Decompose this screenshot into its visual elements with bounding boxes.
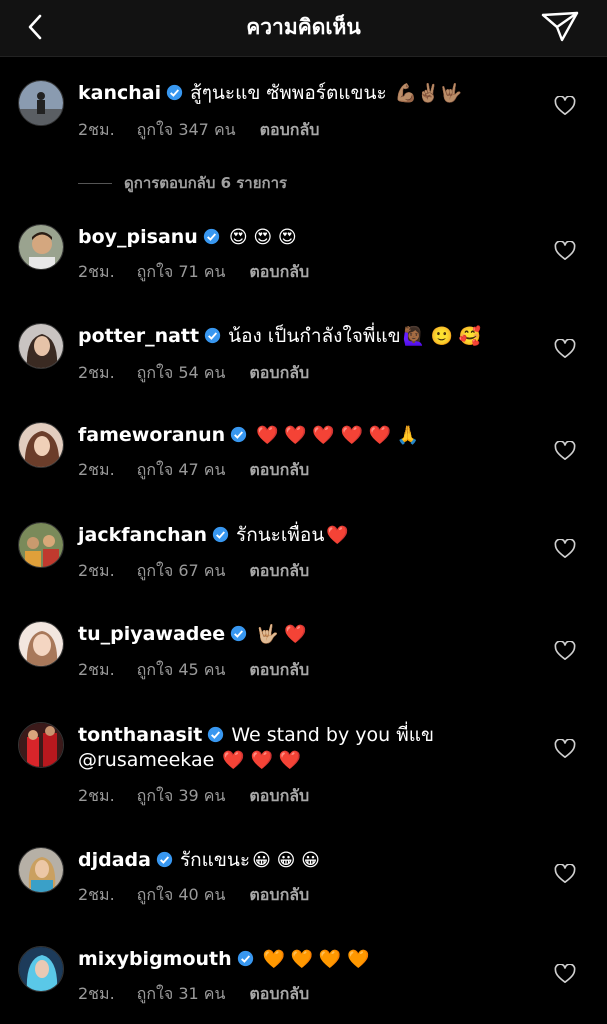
comment-emoji: 🤟🏼 ❤️: [256, 624, 307, 645]
avatar[interactable]: [18, 422, 64, 468]
reply-button[interactable]: ตอบกลับ: [260, 120, 320, 139]
divider: [78, 183, 112, 184]
comment-emoji: 💪🏽✌🏽🤟🏽: [394, 83, 463, 104]
username[interactable]: djdada: [78, 849, 151, 871]
comment-time: 2ชม.: [78, 120, 115, 139]
reply-button[interactable]: ตอบกลับ: [249, 363, 309, 382]
heart-icon[interactable]: [554, 864, 576, 884]
verified-badge-icon: [212, 526, 229, 543]
comment-time: 2ชม.: [78, 262, 115, 281]
like-count[interactable]: ถูกใจ 40 คน: [137, 885, 226, 904]
mention-link[interactable]: @rusameekae: [78, 749, 214, 771]
reply-button[interactable]: ตอบกลับ: [249, 561, 309, 580]
username[interactable]: potter_natt: [78, 325, 199, 347]
verified-badge-icon: [231, 426, 247, 443]
view-replies-label: ดูการตอบกลับ 6 รายการ: [124, 174, 288, 192]
comment-emoji: ❤️ ❤️ ❤️ ❤️ ❤️ 🙏: [256, 425, 420, 446]
verified-badge-icon: [231, 625, 247, 642]
username[interactable]: tu_piyawadee: [78, 623, 225, 645]
avatar[interactable]: [18, 522, 64, 568]
heart-icon[interactable]: [554, 441, 576, 461]
comment-time: 2ชม.: [78, 561, 115, 580]
comment-text: รักนะเพื่อน: [235, 524, 325, 546]
comment-text: น้อง เป็นกำลังใจพี่แข: [228, 325, 401, 347]
reply-button[interactable]: ตอบกลับ: [249, 984, 309, 1003]
direct-send-icon[interactable]: [540, 9, 580, 43]
username[interactable]: tonthanasit: [78, 724, 202, 746]
avatar[interactable]: [18, 946, 64, 992]
comment-emoji: 😀 😀 😀: [252, 850, 320, 871]
comment-emoji: ❤️: [326, 525, 349, 546]
like-count[interactable]: ถูกใจ 31 คน: [137, 984, 226, 1003]
username[interactable]: kanchai: [78, 82, 161, 104]
avatar[interactable]: [18, 224, 64, 270]
avatar[interactable]: [18, 621, 64, 667]
like-count[interactable]: ถูกใจ 47 คน: [137, 460, 226, 479]
comment-text: รักแขนะ: [179, 849, 251, 871]
comment-time: 2ชม.: [78, 786, 115, 805]
verified-badge-icon: [166, 84, 183, 101]
avatar[interactable]: [18, 80, 64, 126]
comment-time: 2ชม.: [78, 885, 115, 904]
like-count[interactable]: ถูกใจ 347 คน: [137, 120, 236, 139]
verified-badge-icon: [208, 726, 224, 743]
heart-icon[interactable]: [554, 339, 576, 359]
username[interactable]: mixybigmouth: [78, 948, 232, 970]
comment-time: 2ชม.: [78, 984, 115, 1003]
reply-button[interactable]: ตอบกลับ: [249, 262, 309, 281]
like-count[interactable]: ถูกใจ 39 คน: [137, 786, 226, 805]
comment-text: สู้ๆนะแข ซัพพอร์ตแขนะ: [190, 82, 387, 104]
comment-emoji: 🧡 🧡 🧡 🧡: [262, 949, 370, 970]
avatar[interactable]: [18, 722, 64, 768]
view-replies-link[interactable]: ดูการตอบกลับ 6 รายการ: [78, 171, 287, 195]
comment-time: 2ชม.: [78, 660, 115, 679]
heart-icon[interactable]: [554, 641, 576, 661]
like-count[interactable]: ถูกใจ 71 คน: [137, 262, 226, 281]
comment-time: 2ชม.: [78, 363, 115, 382]
reply-button[interactable]: ตอบกลับ: [249, 660, 309, 679]
verified-badge-icon: [203, 228, 219, 245]
page-title: ความคิดเห็น: [246, 15, 361, 39]
comment-emoji: ❤️ ❤️ ❤️: [222, 750, 302, 771]
heart-icon[interactable]: [554, 539, 576, 559]
top-bar: ความคิดเห็น: [0, 0, 607, 57]
heart-icon[interactable]: [554, 241, 576, 261]
verified-badge-icon: [204, 327, 221, 344]
verified-badge-icon: [156, 851, 173, 868]
reply-button[interactable]: ตอบกลับ: [249, 885, 309, 904]
avatar[interactable]: [18, 847, 64, 893]
heart-icon[interactable]: [554, 964, 576, 984]
like-count[interactable]: ถูกใจ 67 คน: [137, 561, 226, 580]
avatar[interactable]: [18, 323, 64, 369]
username[interactable]: boy_pisanu: [78, 226, 198, 248]
like-count[interactable]: ถูกใจ 54 คน: [137, 363, 226, 382]
verified-badge-icon: [237, 950, 253, 967]
comment-emoji: 🙋🏾‍♀️ 🙂 🥰: [402, 326, 482, 347]
heart-icon[interactable]: [554, 739, 576, 759]
comment-time: 2ชม.: [78, 460, 115, 479]
heart-icon[interactable]: [554, 96, 576, 116]
comment-emoji: 😍 😍 😍: [228, 227, 297, 248]
reply-button[interactable]: ตอบกลับ: [249, 460, 309, 479]
comment-text: We stand by you พี่แข: [231, 724, 434, 746]
username[interactable]: jackfanchan: [78, 524, 207, 546]
reply-button[interactable]: ตอบกลับ: [249, 786, 309, 805]
like-count[interactable]: ถูกใจ 45 คน: [137, 660, 226, 679]
username[interactable]: fameworanun: [78, 424, 225, 446]
back-arrow-icon[interactable]: [22, 12, 50, 42]
